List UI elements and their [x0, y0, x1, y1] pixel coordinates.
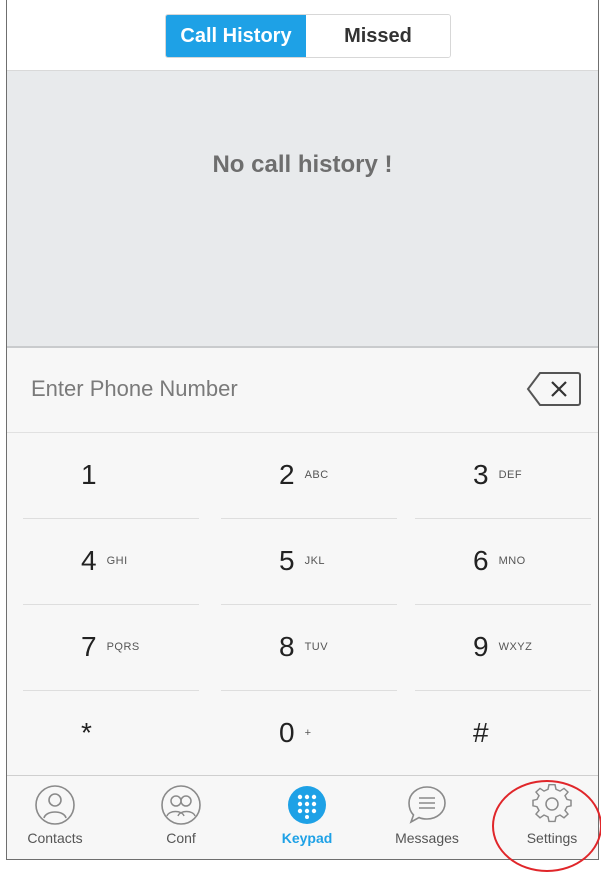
key-3[interactable]: 3 DEF [413, 433, 589, 517]
dial-keypad: 1 2 ABC 3 DEF 4 GHI 5 JKL 6 MNO 7 PQRS 8 [7, 433, 598, 775]
phone-number-entry[interactable]: Enter Phone Number [7, 348, 598, 433]
key-8[interactable]: 8 TUV [219, 605, 395, 689]
key-digit: 3 [473, 459, 489, 490]
keypad-divider [23, 518, 199, 519]
keypad-divider [221, 690, 397, 691]
key-letters: + [304, 727, 312, 739]
call-history-panel: No call history ! [7, 71, 598, 348]
key-4[interactable]: 4 GHI [21, 519, 197, 603]
tab-conf[interactable]: Conf [131, 776, 231, 859]
key-letters: DEF [498, 469, 523, 481]
tab-messages[interactable]: Messages [377, 776, 477, 859]
keypad-icon [288, 786, 326, 824]
key-digit: 9 [473, 631, 489, 662]
key-digit: 7 [81, 631, 97, 662]
key-letters: MNO [498, 555, 526, 567]
key-1[interactable]: 1 [21, 433, 197, 517]
conference-icon [161, 785, 201, 825]
key-7[interactable]: 7 PQRS [21, 605, 197, 689]
keypad-divider [415, 518, 591, 519]
messages-icon [408, 786, 446, 824]
key-letters: GHI [106, 555, 128, 567]
tab-label: Messages [395, 830, 459, 846]
backspace-icon[interactable] [526, 371, 582, 407]
key-letters: ABC [304, 469, 329, 481]
key-letters: WXYZ [498, 641, 533, 653]
settings-highlight-circle [492, 780, 601, 872]
tab-keypad[interactable]: Keypad [257, 776, 357, 859]
tab-label: Conf [166, 830, 196, 846]
key-digit: 2 [279, 459, 295, 490]
tab-label: Contacts [27, 830, 83, 846]
key-9[interactable]: 9 WXYZ [413, 605, 589, 689]
keypad-divider [221, 518, 397, 519]
keypad-divider [23, 690, 199, 691]
keypad-divider [23, 604, 199, 605]
header: Call History Missed [7, 0, 598, 71]
keypad-divider [415, 690, 591, 691]
phone-screen: Call History Missed No call history ! En… [6, 0, 599, 860]
key-5[interactable]: 5 JKL [219, 519, 395, 603]
key-letters: TUV [304, 641, 329, 653]
key-digit: # [473, 717, 489, 748]
keypad-divider [221, 604, 397, 605]
key-letters: JKL [304, 555, 326, 567]
key-star[interactable]: * [21, 691, 197, 775]
key-digit: 0 [279, 717, 295, 748]
phone-number-placeholder: Enter Phone Number [31, 376, 238, 401]
tab-label: Keypad [281, 830, 333, 846]
key-digit: 4 [81, 545, 97, 576]
keypad-divider [415, 604, 591, 605]
tab-contacts[interactable]: Contacts [7, 776, 105, 859]
key-2[interactable]: 2 ABC [219, 433, 395, 517]
key-6[interactable]: 6 MNO [413, 519, 589, 603]
tab-missed[interactable]: Missed [306, 15, 450, 57]
key-0[interactable]: 0 + [219, 691, 395, 775]
contacts-icon [35, 785, 75, 825]
empty-history-message: No call history ! [212, 151, 393, 178]
key-digit: 5 [279, 545, 295, 576]
tab-call-history[interactable]: Call History [166, 15, 306, 57]
history-segmented-control: Call History Missed [165, 14, 451, 58]
key-digit: 6 [473, 545, 489, 576]
key-digit: * [81, 717, 92, 748]
key-digit: 1 [81, 459, 97, 490]
key-digit: 8 [279, 631, 295, 662]
key-letters: PQRS [106, 641, 140, 653]
key-hash[interactable]: # [413, 691, 589, 775]
